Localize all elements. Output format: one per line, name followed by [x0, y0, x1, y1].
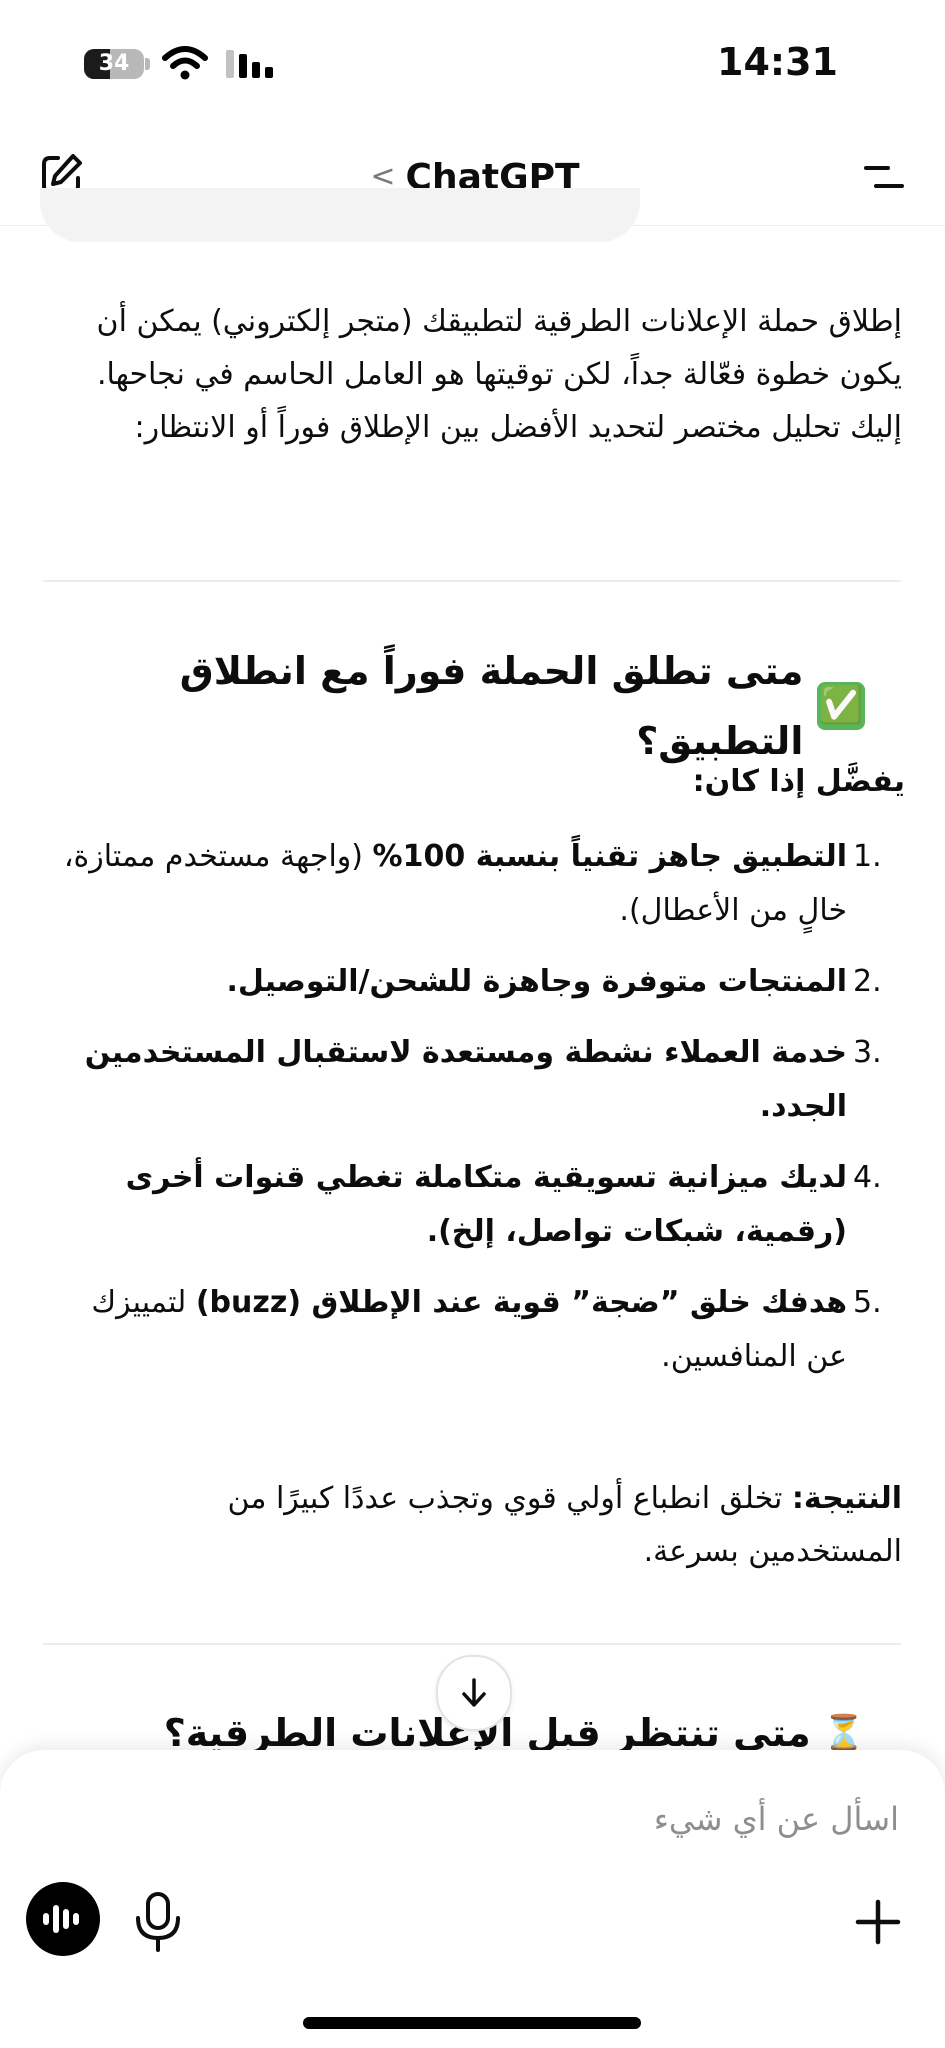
battery-icon: 34 — [84, 49, 150, 79]
result-paragraph: النتيجة: تخلق انطباع أولي قوي وتجذب عددً… — [227, 1481, 902, 1569]
cellular-signal-icon — [226, 50, 273, 78]
scroll-to-bottom-button[interactable] — [436, 1655, 512, 1731]
message-input[interactable]: اسأل عن أي شيء — [199, 1794, 899, 1844]
waveform-icon — [43, 1905, 79, 1933]
clock: 14:31 — [717, 40, 838, 84]
divider — [43, 580, 901, 582]
divider — [43, 1643, 901, 1645]
arrow-down-icon — [462, 1678, 486, 1707]
conditions-list: 1. التطبيق جاهز تقنياً بنسبة 100% (واجهة … — [45, 830, 905, 1401]
list-item: 1. التطبيق جاهز تقنياً بنسبة 100% (واجهة … — [63, 839, 882, 928]
microphone-icon[interactable] — [130, 1890, 186, 1954]
list-item: 3. خدمة العملاء نشطة ومستعدة لاستقبال الم… — [84, 1035, 882, 1124]
battery-level: 34 — [98, 51, 130, 76]
list-item: 2. المنتجات متوفرة وجاهزة للشحن/التوصيل. — [226, 964, 882, 999]
list-item: 4. لديك ميزانية تسويقية متكاملة تغطي قنوا… — [125, 1160, 882, 1249]
status-bar: 34 14:31 — [0, 0, 945, 130]
home-indicator — [303, 2017, 641, 2029]
menu-icon[interactable] — [862, 160, 906, 194]
check-mark-icon: ✅ — [817, 682, 865, 730]
wifi-icon — [162, 46, 208, 80]
subheading: يفضَّل إذا كان: — [692, 764, 905, 799]
user-message-bubble — [40, 188, 640, 242]
voice-mode-button[interactable] — [26, 1882, 100, 1956]
list-item: 5. هدفك خلق ”ضجة” قوية عند الإطلاق (buzz)… — [91, 1285, 882, 1374]
message-intro: إطلاق حملة الإعلانات الطرقية لتطبيقك (مت… — [96, 304, 902, 445]
plus-icon[interactable] — [848, 1892, 908, 1952]
